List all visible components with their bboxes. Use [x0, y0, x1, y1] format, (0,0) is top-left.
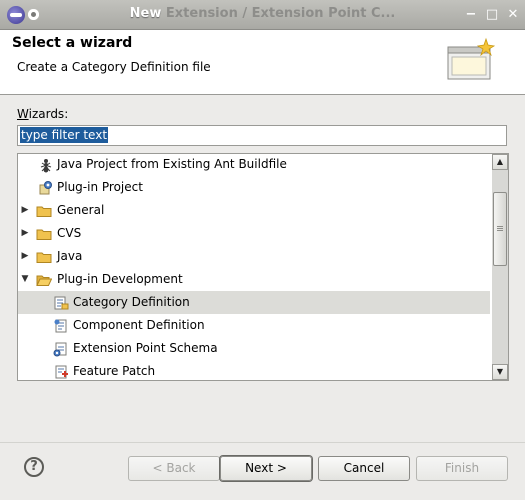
tree-item-label: Java: [57, 249, 83, 263]
wizard-banner-icon: [447, 37, 496, 80]
expand-arrow-icon[interactable]: ▶: [20, 245, 30, 268]
folder-icon: [36, 206, 52, 217]
window-title-text: New: [129, 6, 162, 21]
scroll-grip: [497, 228, 503, 229]
wizard-banner: Select a wizard Create a Category Defini…: [0, 30, 525, 95]
window-title-ghost: Extension / Extension Point C...: [165, 6, 396, 21]
tree-item-label: Component Definition: [73, 318, 205, 332]
expand-arrow-icon[interactable]: ▶: [20, 199, 30, 222]
help-button[interactable]: ?: [24, 457, 44, 477]
back-button[interactable]: < Back: [128, 456, 220, 481]
folder-icon: [36, 229, 52, 240]
scroll-grip: [497, 226, 503, 227]
window-title: New Extension / Extension Point C...: [0, 6, 525, 21]
wizards-label-mnemonic: W: [17, 107, 29, 121]
tree-item-java-project-ant[interactable]: Java Project from Existing Ant Buildfile: [18, 154, 490, 176]
filter-input-text: type filter text: [20, 127, 109, 143]
next-button[interactable]: Next >: [220, 456, 312, 481]
component-definition-icon: [54, 319, 67, 333]
tree-item-label: Category Definition: [73, 295, 190, 309]
tree-item-java[interactable]: ▶ Java: [18, 245, 490, 268]
collapse-arrow-icon[interactable]: ▼: [20, 268, 30, 291]
tree-item-plugin-project[interactable]: Plug-in Project: [18, 176, 490, 199]
tree-item-cvs[interactable]: ▶ CVS: [18, 222, 490, 245]
tree-item-label: Feature Patch: [73, 364, 156, 378]
scroll-thumb[interactable]: [493, 192, 507, 266]
ant-icon: [40, 159, 52, 173]
scroll-grip: [497, 230, 503, 231]
wizard-tree[interactable]: Java Project from Existing Ant Buildfile…: [17, 153, 509, 381]
tree-item-component-definition[interactable]: Component Definition: [18, 314, 490, 337]
scroll-down-button[interactable]: ▼: [492, 364, 508, 380]
tree-item-general[interactable]: ▶ General: [18, 199, 490, 222]
wizards-label: Wizards:: [17, 107, 68, 121]
plugin-project-icon: [39, 181, 52, 195]
tree-item-feature-patch[interactable]: Feature Patch: [18, 360, 490, 380]
expand-arrow-icon[interactable]: ▶: [20, 222, 30, 245]
tree-item-label: CVS: [57, 226, 82, 240]
category-definition-icon: [54, 296, 69, 310]
tree-item-label: Plug-in Project: [57, 180, 143, 194]
folder-open-icon: [36, 275, 52, 286]
feature-patch-icon: [55, 365, 68, 379]
page-title: Select a wizard: [12, 35, 133, 51]
scroll-up-button[interactable]: ▲: [492, 154, 508, 170]
tree-scrollbar[interactable]: ▲ ▼: [492, 153, 509, 381]
minimize-button[interactable]: −: [463, 7, 479, 23]
finish-button[interactable]: Finish: [416, 456, 508, 481]
close-button[interactable]: ✕: [505, 7, 521, 23]
tree-item-label: General: [57, 203, 105, 217]
tree-item-extension-point-schema[interactable]: Extension Point Schema: [18, 337, 490, 360]
wizards-label-rest: izards:: [28, 107, 69, 121]
tree-item-label: Plug-in Development: [57, 272, 183, 286]
maximize-button[interactable]: □: [484, 7, 500, 23]
tree-item-plugin-development[interactable]: ▼ Plug-in Development: [18, 268, 490, 291]
page-description: Create a Category Definition file: [17, 60, 211, 74]
folder-icon: [36, 252, 52, 263]
cancel-button[interactable]: Cancel: [318, 456, 410, 481]
extension-point-schema-icon: [53, 342, 67, 357]
tree-item-category-definition[interactable]: Category Definition: [18, 291, 490, 314]
filter-input[interactable]: type filter text: [17, 125, 507, 146]
tree-item-label: Extension Point Schema: [73, 341, 218, 355]
title-bar: New Extension / Extension Point C... − □…: [0, 0, 525, 30]
separator: [0, 442, 525, 443]
tree-item-label: Java Project from Existing Ant Buildfile: [57, 157, 287, 171]
